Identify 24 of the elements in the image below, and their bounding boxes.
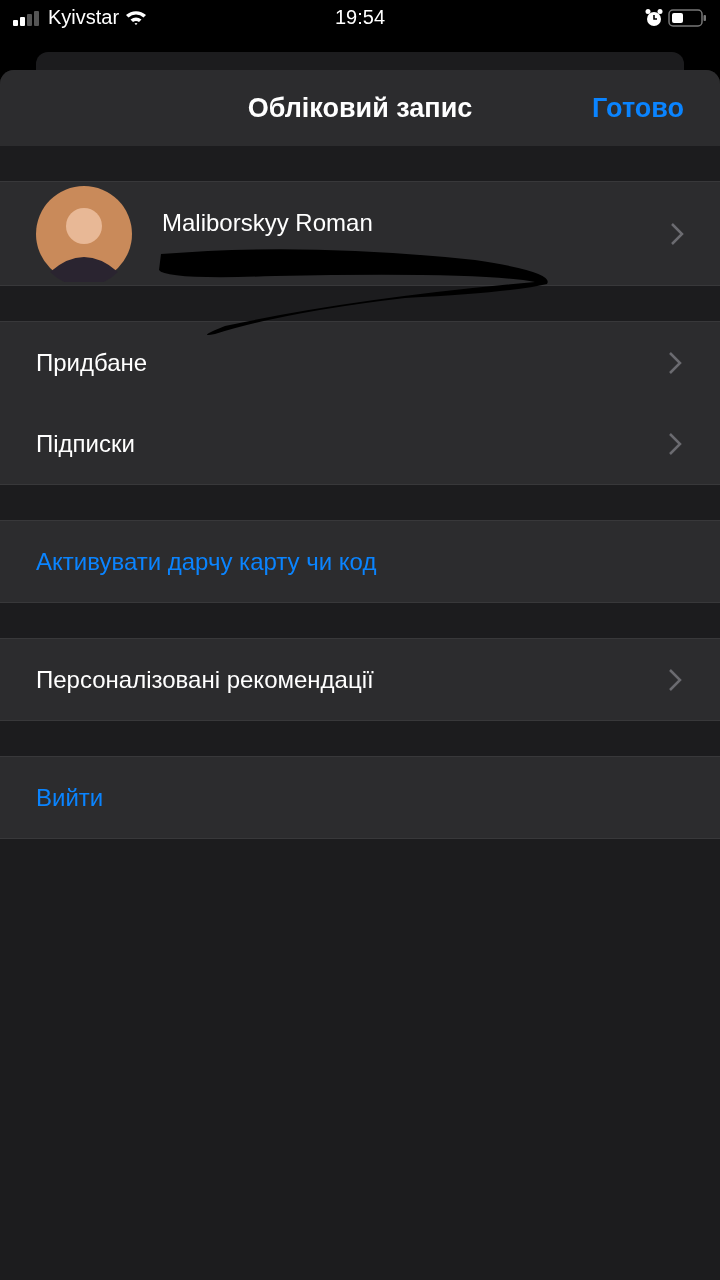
row-label: Придбане (36, 348, 148, 377)
row-label: Підписки (36, 429, 135, 458)
menu-row[interactable]: Придбане (0, 322, 720, 403)
menu-row[interactable]: Персоналізовані рекомендації (0, 639, 720, 720)
menu-row[interactable]: Підписки (0, 403, 720, 484)
avatar-icon (36, 185, 132, 282)
row-label: Персоналізовані рекомендації (36, 665, 374, 694)
chevron-icon (668, 667, 682, 692)
menu-row[interactable]: Вийти (0, 757, 720, 838)
menu-row[interactable]: Активувати дарчу карту чи код (0, 521, 720, 602)
row-label: Активувати дарчу карту чи код (36, 547, 377, 576)
battery-icon (668, 7, 708, 28)
sheet-title: Обліковий запис (247, 92, 473, 124)
wifi-icon (125, 9, 148, 26)
chevron-icon (670, 221, 684, 246)
carrier-name: Kyivstar (48, 6, 120, 29)
chevron-icon (668, 350, 682, 375)
row-label: Вийти (36, 783, 104, 812)
signal-icon (12, 9, 42, 26)
clock-time: 19:54 (334, 6, 386, 29)
done-button[interactable]: Готово (592, 92, 684, 124)
chevron-icon (668, 431, 682, 456)
alarm-icon (644, 7, 664, 28)
profile-name: Maliborskyy Roman (162, 208, 374, 237)
